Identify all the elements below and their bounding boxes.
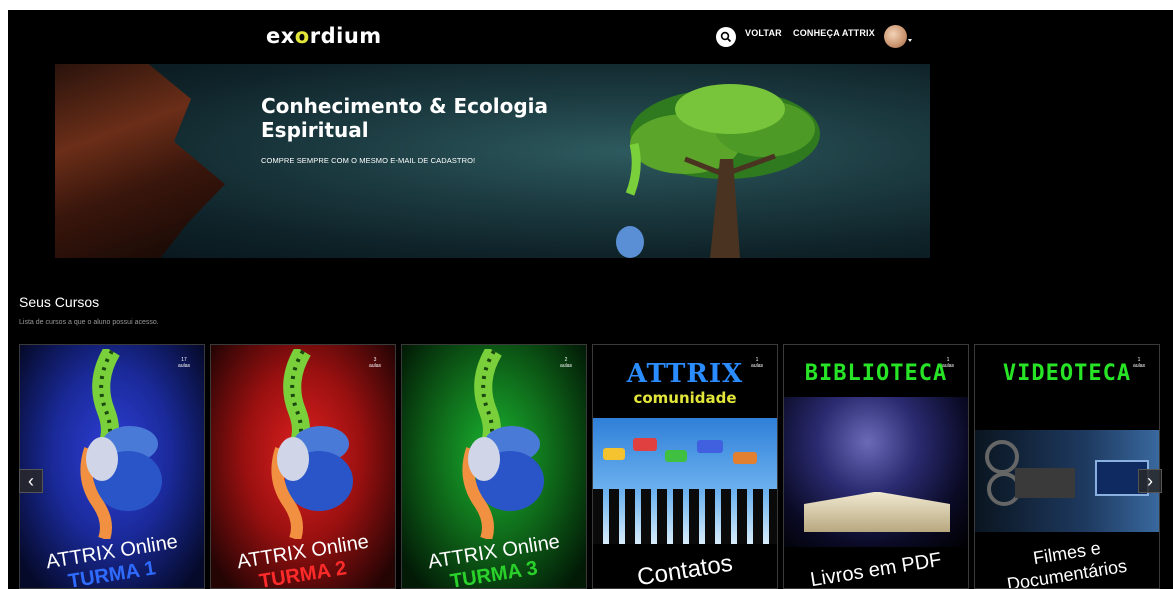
lesson-count: 3 aulas bbox=[369, 357, 381, 369]
course-card-turma-1[interactable]: 17 aulas ATTRIX Online TURMA 1 bbox=[19, 344, 205, 589]
card-caption: Livros em PDF bbox=[808, 548, 943, 589]
course-card-turma-2[interactable]: 3 aulas ATTRIX Online TURMA 2 bbox=[210, 344, 396, 589]
open-book-image bbox=[784, 397, 968, 547]
chevron-right-icon: › bbox=[1147, 471, 1153, 491]
butterfly-woman-image bbox=[80, 349, 162, 539]
card-header: BIBLIOTECA bbox=[804, 361, 948, 386]
carousel-next-button[interactable]: › bbox=[1138, 469, 1162, 493]
lesson-count: 1 aulas bbox=[751, 357, 763, 369]
chevron-left-icon: ‹ bbox=[28, 471, 34, 491]
banner-title: Conhecimento & Ecologia Espiritual bbox=[261, 94, 549, 142]
lesson-count: 1 aulas bbox=[942, 357, 954, 369]
lesson-count: 2 aulas bbox=[560, 357, 572, 369]
butterfly-woman-image bbox=[271, 349, 353, 539]
people-silhouette-image bbox=[593, 418, 777, 544]
carousel-prev-button[interactable]: ‹ bbox=[19, 469, 43, 493]
course-card-biblioteca[interactable]: BIBLIOTECA Livros em PDF 1 aulas bbox=[783, 344, 969, 589]
logo[interactable]: exordium bbox=[266, 24, 382, 48]
course-card-contatos[interactable]: ATTRIX comunidade Contatos 1 aulas bbox=[592, 344, 778, 589]
course-card-videoteca[interactable]: VIDEOTECA Filmes e Documentários 1 aulas bbox=[974, 344, 1160, 589]
section-subtitle: Lista de cursos a que o aluno possui ace… bbox=[19, 319, 159, 326]
projector-image bbox=[975, 430, 1159, 532]
card-header: VIDEOTECA bbox=[1002, 361, 1132, 386]
nav-conheca-attrix-link[interactable]: CONHEÇA ATTRIX bbox=[793, 28, 875, 38]
card-header-sub: comunidade bbox=[633, 389, 737, 407]
butterfly-woman-image bbox=[462, 349, 544, 539]
section-title: Seus Cursos bbox=[19, 294, 100, 310]
app-window: exordium VOLTAR CONHEÇA ATTRIX Conhecime… bbox=[8, 10, 1173, 589]
lesson-count: 17 aulas bbox=[178, 357, 190, 369]
rock-image bbox=[55, 64, 225, 258]
chevron-down-icon[interactable] bbox=[908, 39, 912, 42]
user-avatar[interactable] bbox=[884, 25, 907, 48]
card-caption: Contatos bbox=[635, 549, 735, 589]
search-button[interactable] bbox=[716, 27, 736, 47]
card-header: ATTRIX bbox=[626, 359, 744, 389]
lesson-count: 1 aulas bbox=[1133, 357, 1145, 369]
hero-banner: Conhecimento & Ecologia Espiritual COMPR… bbox=[55, 64, 930, 258]
course-card-turma-3[interactable]: 2 aulas ATTRIX Online TURMA 3 bbox=[401, 344, 587, 589]
search-icon bbox=[720, 31, 732, 43]
nav-voltar-link[interactable]: VOLTAR bbox=[745, 28, 782, 38]
banner-subtitle: COMPRE SEMPRE COM O MESMO E-MAIL DE CADA… bbox=[261, 156, 476, 165]
